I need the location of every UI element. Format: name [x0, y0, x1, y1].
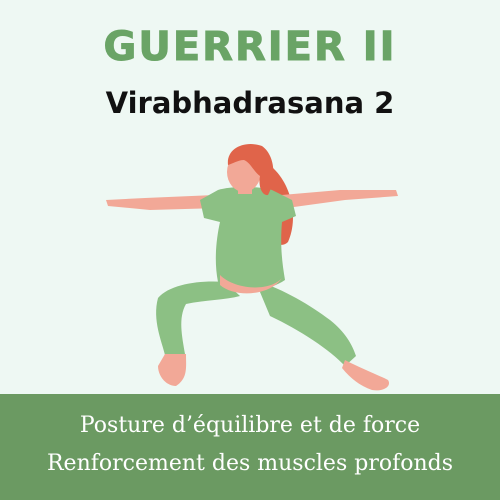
pose-title: GUERRIER II [103, 24, 397, 71]
yoga-warrior-pose-icon [106, 144, 398, 391]
back-foot [342, 360, 390, 391]
benefits-banner [0, 394, 500, 500]
benefit-line-2: Renforcement des muscles profonds [46, 451, 454, 476]
front-leg [156, 281, 240, 355]
front-foot [158, 354, 187, 386]
pose-sanskrit-name: Virabhadrasana 2 [105, 86, 395, 120]
benefit-line-1: Posture d’équilibre et de force [79, 413, 421, 438]
back-leg [255, 280, 356, 366]
